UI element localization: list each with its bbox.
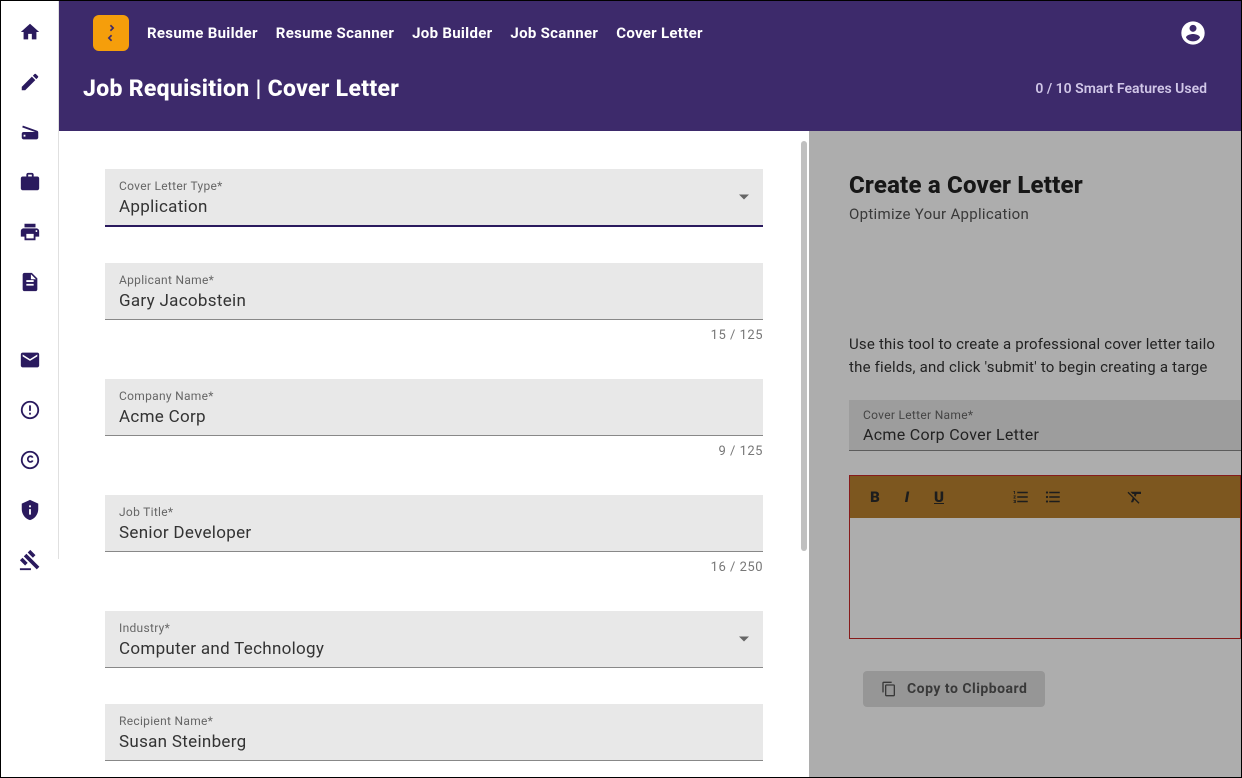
print-icon[interactable]	[19, 221, 41, 243]
nav-resume-builder[interactable]: Resume Builder	[147, 24, 258, 42]
field-value: Application	[119, 197, 749, 217]
field-label: Recipient Name*	[119, 714, 749, 728]
overlay-dim	[809, 131, 1241, 777]
industry-field[interactable]: Industry* Computer and Technology	[105, 611, 763, 668]
main-content: Cover Letter Type* Application Applicant…	[59, 131, 1241, 777]
shield-icon[interactable]	[19, 499, 41, 521]
field-value: Computer and Technology	[119, 639, 749, 659]
field-label: Job Title*	[119, 505, 749, 519]
nav-job-scanner[interactable]: Job Scanner	[510, 24, 598, 42]
nav-job-builder[interactable]: Job Builder	[412, 24, 492, 42]
app-header: Resume Builder Resume Scanner Job Builde…	[59, 1, 1241, 131]
scrollbar[interactable]	[801, 141, 807, 551]
top-nav: Resume Builder Resume Scanner Job Builde…	[59, 1, 1241, 65]
field-value: Susan Steinberg	[119, 732, 749, 752]
briefcase-icon[interactable]	[19, 171, 41, 193]
info-icon[interactable]	[19, 399, 41, 421]
page-title: Job Requisition | Cover Letter	[83, 75, 399, 102]
edit-icon[interactable]	[19, 71, 41, 93]
home-icon[interactable]	[19, 21, 41, 43]
nav-resume-scanner[interactable]: Resume Scanner	[276, 24, 394, 42]
field-value: Senior Developer	[119, 523, 749, 543]
cover-letter-type-field[interactable]: Cover Letter Type* Application	[105, 169, 763, 227]
chevron-down-icon	[739, 195, 749, 200]
mail-icon[interactable]	[19, 349, 41, 371]
field-label: Industry*	[119, 621, 749, 635]
scanner-icon[interactable]	[19, 121, 41, 143]
field-label: Applicant Name*	[119, 273, 749, 287]
field-value: Gary Jacobstein	[119, 291, 749, 311]
preview-panel: Create a Cover Letter Optimize Your Appl…	[809, 131, 1241, 777]
document-icon[interactable]	[19, 271, 41, 293]
recipient-name-field[interactable]: Recipient Name* Susan Steinberg	[105, 704, 763, 761]
field-label: Cover Letter Type*	[119, 179, 749, 193]
nav-cover-letter[interactable]: Cover Letter	[616, 24, 703, 42]
app-logo[interactable]	[93, 15, 129, 51]
smart-features-counter: 0 / 10 Smart Features Used	[1035, 81, 1207, 97]
account-icon[interactable]	[1179, 19, 1207, 47]
copyright-icon[interactable]	[19, 449, 41, 471]
field-label: Company Name*	[119, 389, 749, 403]
chevron-down-icon	[739, 637, 749, 642]
job-title-field[interactable]: Job Title* Senior Developer 16 / 250	[105, 495, 763, 575]
field-value: Acme Corp	[119, 407, 749, 427]
char-counter: 9 / 125	[105, 444, 763, 459]
left-sidebar	[1, 1, 59, 559]
char-counter: 15 / 125	[105, 328, 763, 343]
gavel-icon[interactable]	[19, 549, 41, 571]
char-counter: 16 / 250	[105, 560, 763, 575]
company-name-field[interactable]: Company Name* Acme Corp 9 / 125	[105, 379, 763, 459]
form-panel: Cover Letter Type* Application Applicant…	[59, 131, 809, 777]
subheader: Job Requisition | Cover Letter 0 / 10 Sm…	[59, 65, 1241, 122]
applicant-name-field[interactable]: Applicant Name* Gary Jacobstein 15 / 125	[105, 263, 763, 343]
